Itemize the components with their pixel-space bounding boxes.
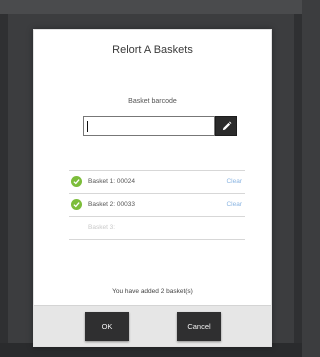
- ok-button[interactable]: OK: [85, 312, 129, 341]
- dialog-title: Relort A Baskets: [112, 44, 193, 56]
- list-item: Basket 3:: [69, 216, 245, 240]
- basket-number: 00024: [116, 178, 135, 185]
- text-caret: [87, 121, 88, 132]
- background-toolbar: [0, 0, 302, 14]
- basket-label: Basket 2:: [88, 201, 116, 208]
- relort-baskets-dialog: Relort A Baskets Basket barcode Basket 1…: [33, 29, 272, 347]
- edit-barcode-button[interactable]: [215, 116, 237, 136]
- basket-barcode-input[interactable]: [83, 116, 215, 136]
- checkmark-icon: [71, 199, 82, 210]
- dialog-footer: OK Cancel: [34, 305, 271, 346]
- checkmark-icon: [71, 176, 82, 187]
- empty-basket-slot: Basket 3:: [88, 224, 116, 231]
- basket-entry: Basket 1: 00024: [88, 178, 135, 185]
- list-item: Basket 1: 00024 Clear: [69, 170, 245, 193]
- basket-barcode-label: Basket barcode: [128, 98, 177, 105]
- list-item: Basket 2: 00033 Clear: [69, 193, 245, 216]
- pencil-icon: [222, 121, 232, 131]
- clear-basket-1-link[interactable]: Clear: [226, 178, 242, 185]
- basket-number: 00033: [116, 201, 135, 208]
- basket-label: Basket 1:: [88, 178, 116, 185]
- basket-entry: Basket 2: 00033: [88, 201, 135, 208]
- clear-basket-2-link[interactable]: Clear: [226, 201, 242, 208]
- cancel-button[interactable]: Cancel: [177, 312, 221, 341]
- background-right: [294, 14, 302, 357]
- background-left: [0, 14, 8, 357]
- added-count-message: You have added 2 basket(s): [112, 288, 193, 295]
- basket-list: Basket 1: 00024 Clear Basket 2: 00033 Cl…: [69, 170, 245, 240]
